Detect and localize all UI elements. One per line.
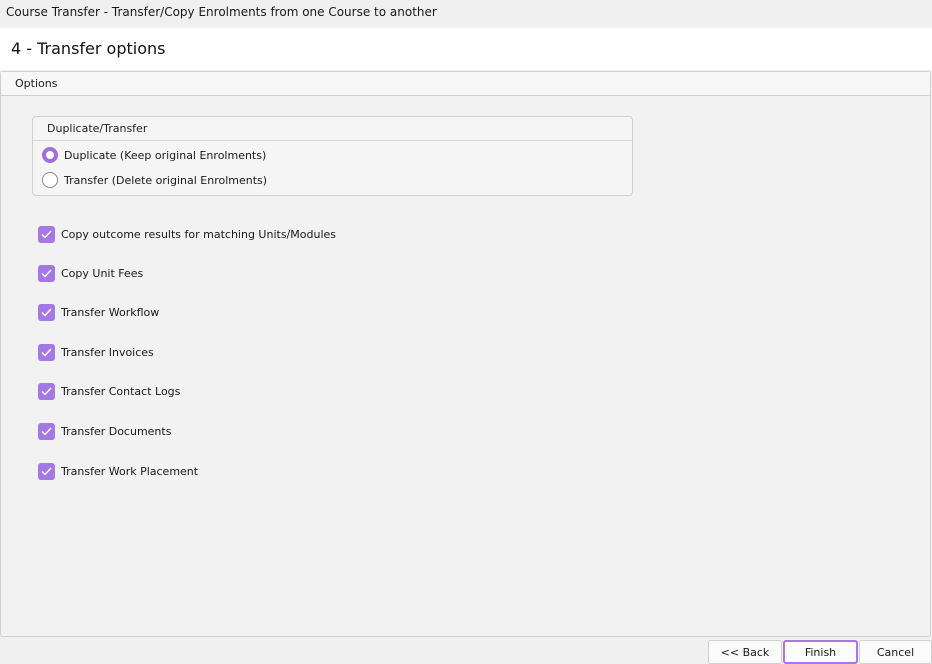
checkbox-copy-outcome-results[interactable]: Copy outcome results for matching Units/…	[38, 225, 336, 243]
checkmark-icon[interactable]	[38, 382, 55, 400]
checkbox-label: Transfer Documents	[61, 424, 172, 438]
radio-transfer-label: Transfer (Delete original Enrolments)	[64, 173, 268, 187]
back-button[interactable]: << Back	[708, 640, 782, 664]
options-panel: Options Duplicate/Transfer Duplicate (Ke…	[0, 71, 931, 637]
radio-duplicate-label: Duplicate (Keep original Enrolments)	[64, 148, 267, 162]
checkmark-icon[interactable]	[38, 225, 55, 243]
checkbox-label: Transfer Contact Logs	[61, 384, 181, 398]
checkbox-label: Transfer Invoices	[61, 345, 154, 359]
checkbox-transfer-work-placement[interactable]: Transfer Work Placement	[38, 462, 198, 480]
checkbox-copy-unit-fees[interactable]: Copy Unit Fees	[38, 264, 143, 282]
radio-duplicate[interactable]: Duplicate (Keep original Enrolments)	[42, 146, 266, 164]
checkbox-label: Transfer Work Placement	[61, 464, 199, 478]
checkbox-transfer-workflow[interactable]: Transfer Workflow	[38, 303, 159, 321]
cancel-button[interactable]: Cancel	[859, 640, 932, 664]
checkmark-icon[interactable]	[38, 303, 55, 321]
checkbox-label: Copy Unit Fees	[61, 266, 144, 280]
checkbox-transfer-invoices[interactable]: Transfer Invoices	[38, 343, 154, 361]
checkbox-label: Transfer Workflow	[61, 305, 160, 319]
wizard-footer: << Back Finish Cancel	[0, 637, 932, 664]
checkbox-label: Copy outcome results for matching Units/…	[61, 227, 336, 241]
window-title: Course Transfer - Transfer/Copy Enrolmen…	[0, 0, 932, 28]
radio-unselected-icon[interactable]	[42, 172, 58, 188]
group-title: Duplicate/Transfer	[33, 117, 632, 141]
duplicate-transfer-group: Duplicate/Transfer Duplicate (Keep origi…	[32, 116, 633, 196]
checkbox-transfer-contact-logs[interactable]: Transfer Contact Logs	[38, 382, 180, 400]
radio-selected-icon[interactable]	[42, 147, 58, 163]
radio-transfer[interactable]: Transfer (Delete original Enrolments)	[42, 171, 267, 189]
checkmark-icon[interactable]	[38, 462, 55, 480]
checkmark-icon[interactable]	[38, 343, 55, 361]
tab-options[interactable]: Options	[1, 72, 930, 96]
checkmark-icon[interactable]	[38, 264, 55, 282]
checkbox-transfer-documents[interactable]: Transfer Documents	[38, 422, 171, 440]
page-title: 4 - Transfer options	[11, 39, 166, 58]
checkmark-icon[interactable]	[38, 422, 55, 440]
step-header: 4 - Transfer options	[0, 28, 932, 70]
finish-button[interactable]: Finish	[783, 640, 858, 664]
